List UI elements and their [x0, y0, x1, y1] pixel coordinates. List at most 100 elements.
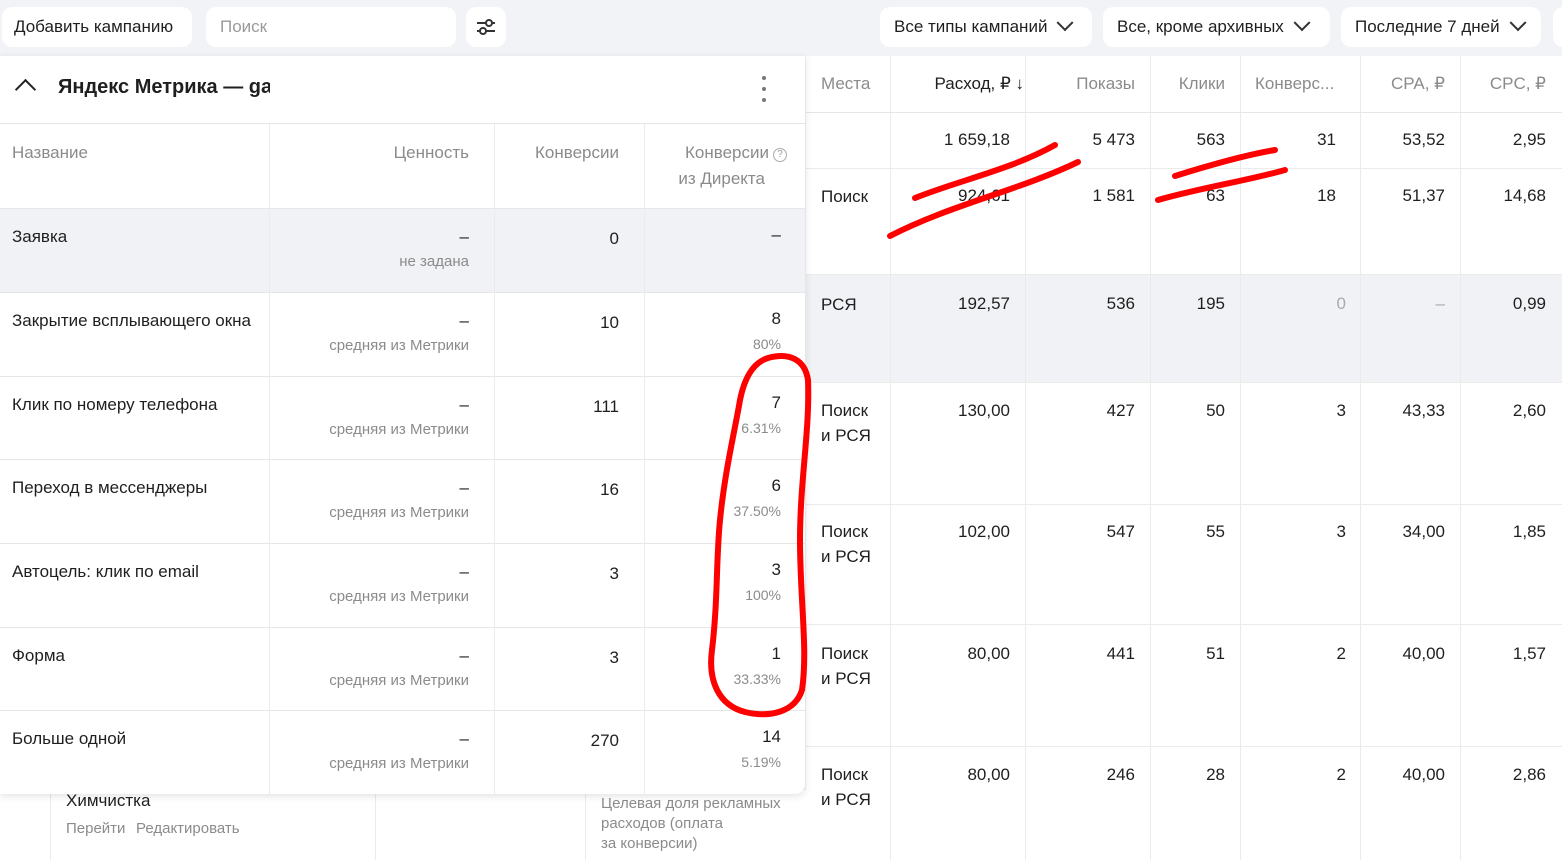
cell-cpa: – [1435, 294, 1445, 313]
filter-settings-button[interactable] [466, 7, 506, 47]
goal-direct-percent: 6.31% [741, 420, 781, 436]
campaign-types-dropdown[interactable]: Все типы кампаний [880, 7, 1092, 47]
goals-panel: Яндекс Метрика — gar Заявка – не задана … [0, 56, 805, 794]
cell-spend: 924,61 [958, 186, 1010, 205]
campaign-edit-link[interactable]: Редактировать [136, 820, 240, 837]
cell-conversions: 2 [1336, 765, 1346, 784]
goal-conversions: 0 [609, 229, 619, 248]
table-row [806, 625, 1562, 747]
goal-conversions: 16 [600, 480, 619, 499]
campaign-types-label: Все типы кампаний [894, 17, 1048, 36]
goal-conversions: 3 [609, 564, 619, 583]
goal-value: – [459, 646, 469, 665]
goal-direct-conversions: 7 [771, 393, 781, 412]
cell-cpc: 1,85 [1512, 522, 1546, 541]
campaign-stats-table: Места Расход, ₽ ↓ Показы Клики Конверс..… [806, 56, 1562, 860]
campaign-row: Химчистка Перейти Редактировать Целевая … [0, 790, 806, 860]
table-row: Заявка – не задана 0 – [0, 208, 805, 292]
cell-cpa: 51,37 [1402, 186, 1445, 205]
cell-cpc: 2,86 [1512, 765, 1546, 784]
table-row: Форма – средняя из Метрики 3 1 33.33% [0, 627, 805, 711]
goal-value: – [459, 729, 469, 748]
table-header: Места Расход, ₽ ↓ Показы Клики Конверс..… [806, 56, 1562, 113]
cell-place: Поиск [821, 187, 869, 206]
table-row [806, 113, 1562, 169]
cell-spend: 192,57 [958, 294, 1010, 313]
column-header-impressions[interactable]: Показы [1076, 74, 1135, 94]
table-row [806, 505, 1562, 625]
cell-cpa: 34,00 [1402, 522, 1445, 541]
column-header-clicks[interactable]: Клики [1179, 74, 1225, 94]
cell-cpa: 43,33 [1402, 401, 1445, 420]
chevron-down-icon [1056, 14, 1074, 32]
cell-impressions: 5 473 [1092, 130, 1135, 149]
campaign-strategy: Целевая доля рекламных расходов (оплата … [601, 795, 781, 852]
column-header-spend[interactable]: Расход, ₽ ↓ [934, 74, 1024, 94]
cell-spend: 1 659,18 [943, 130, 1010, 149]
add-campaign-button[interactable]: Добавить кампанию [2, 7, 192, 47]
chevron-up-icon[interactable] [14, 78, 37, 101]
more-icon[interactable] [762, 76, 768, 102]
help-icon[interactable]: ? [773, 148, 787, 162]
campaign-name[interactable]: Химчистка [66, 791, 150, 811]
more-filters-button[interactable] [1553, 7, 1562, 47]
cell-conversions: 3 [1336, 522, 1346, 541]
toolbar: Добавить кампанию Поиск Все типы кампани… [0, 0, 1562, 56]
column-header-places[interactable]: Места [821, 74, 870, 94]
table-row: Больше одной – средняя из Метрики 270 14… [0, 710, 805, 794]
column-header-value: Ценность [393, 143, 469, 162]
goal-name: Закрытие всплывающего окна [12, 311, 252, 330]
table-row: Переход в мессенджеры – средняя из Метри… [0, 459, 805, 543]
cell-clicks: 195 [1196, 294, 1225, 313]
column-header-conversions: Конверсии [535, 143, 619, 162]
cell-impressions: 1 581 [1092, 186, 1135, 205]
cell-place: Поиск и РСЯ [821, 522, 871, 566]
goal-name: Автоцель: клик по email [12, 562, 199, 581]
cell-cpa: 53,52 [1402, 130, 1445, 149]
goal-value-note: не задана [399, 253, 469, 270]
table-row [806, 275, 1562, 383]
goal-conversions: 3 [609, 648, 619, 667]
cell-impressions: 427 [1106, 401, 1135, 420]
goal-direct-conversions: 6 [771, 476, 781, 495]
goal-conversions: 270 [590, 731, 619, 750]
period-dropdown[interactable]: Последние 7 дней [1341, 7, 1541, 47]
goal-direct-percent: 100% [745, 587, 781, 603]
cell-cpc: 0,99 [1512, 294, 1546, 313]
table-row: Клик по номеру телефона – средняя из Мет… [0, 376, 805, 460]
goal-direct-percent: 37.50% [733, 503, 781, 519]
goal-direct-conversions: 1 [771, 644, 781, 663]
column-header-conversions[interactable]: Конверс... [1255, 74, 1334, 94]
cell-clicks: 51 [1206, 644, 1225, 663]
cell-cpa: 40,00 [1402, 765, 1445, 784]
goal-value: – [459, 395, 469, 414]
cell-clicks: 28 [1206, 765, 1225, 784]
goal-direct-conversions: 8 [771, 309, 781, 328]
column-header-cpa[interactable]: CPA, ₽ [1391, 74, 1445, 94]
goal-value-note: средняя из Метрики [329, 588, 469, 605]
cell-conversions: 31 [1317, 130, 1336, 149]
cell-clicks: 55 [1206, 522, 1225, 541]
cell-cpc: 2,95 [1512, 130, 1546, 149]
goal-conversions: 111 [593, 397, 619, 416]
goal-name: Форма [12, 646, 65, 665]
goal-value-note: средняя из Метрики [329, 755, 469, 772]
campaign-go-link[interactable]: Перейти [66, 820, 125, 837]
goal-direct-conversions: – [771, 225, 781, 244]
cell-impressions: 246 [1106, 765, 1135, 784]
goals-panel-header: Яндекс Метрика — gar [0, 56, 805, 124]
goal-value-note: средняя из Метрики [329, 672, 469, 689]
goal-value: – [459, 478, 469, 497]
column-header-cpc[interactable]: CPC, ₽ [1490, 74, 1546, 94]
cell-conversions: 2 [1336, 644, 1346, 663]
cell-clicks: 63 [1206, 186, 1225, 205]
table-row [806, 747, 1562, 860]
goal-value: – [459, 562, 469, 581]
cell-cpc: 2,60 [1512, 401, 1546, 420]
cell-place: РСЯ [821, 295, 857, 314]
goal-value-note: средняя из Метрики [329, 504, 469, 521]
search-input[interactable]: Поиск [206, 7, 456, 47]
chevron-down-icon [1293, 14, 1311, 32]
cell-clicks: 50 [1206, 401, 1225, 420]
status-filter-dropdown[interactable]: Все, кроме архивных [1103, 7, 1330, 47]
